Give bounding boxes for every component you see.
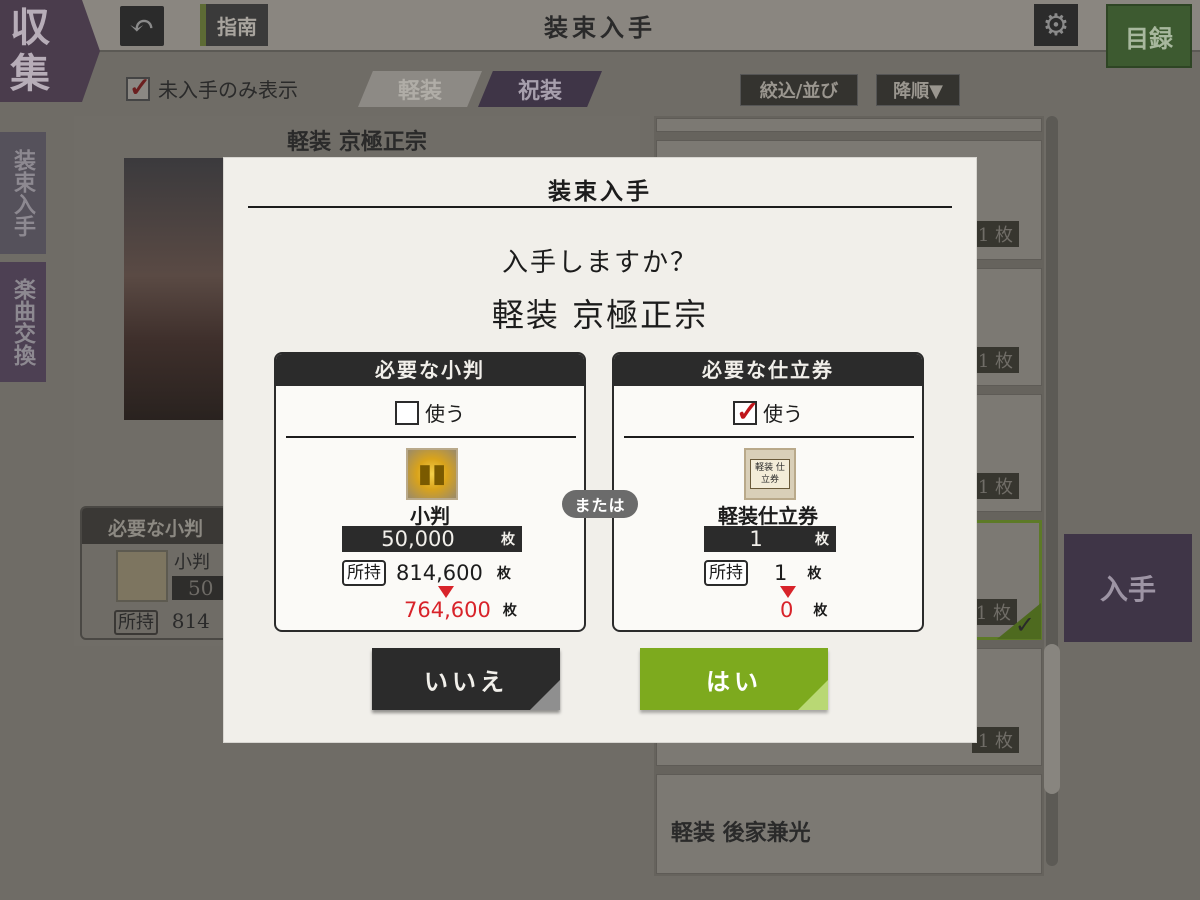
- tailoring-ticket-icon: 軽装 仕立券: [744, 448, 796, 500]
- side-tab-costume-obtain-label: 装束入手: [10, 149, 36, 237]
- owned-value: 814: [171, 609, 210, 633]
- settings-button[interactable]: ⚙: [1034, 4, 1078, 46]
- list-item-title: 軽装 後家兼光: [671, 820, 811, 846]
- koban-icon: [116, 550, 168, 602]
- obtain-button[interactable]: 入手: [1064, 534, 1192, 642]
- koban-use-label: 使う: [425, 402, 465, 426]
- required-koban-card: 必要な小判 小判 50 所持 814: [80, 506, 230, 640]
- koban-required-value: 50,000: [381, 527, 455, 551]
- ticket-cost-header: 必要な仕立券: [614, 354, 922, 386]
- side-tab-music-exchange-label: 楽曲交換: [10, 278, 36, 366]
- collection-label-2: 集: [10, 50, 50, 97]
- yes-button[interactable]: はい: [640, 648, 828, 710]
- or-separator: または: [562, 490, 638, 518]
- ticket-after-value: 0: [780, 598, 794, 622]
- yes-button-label: はい: [706, 666, 762, 696]
- required-koban-card-owned: 所持 814: [114, 608, 210, 635]
- koban-cost-box: 必要な小判 使う ▮▮ 小判 50,000 枚 所持 814,600 枚 764…: [274, 352, 586, 632]
- koban-cost-header: 必要な小判: [276, 354, 584, 386]
- ticket-cost-box: 必要な仕立券 使う 軽装 仕立券 軽装仕立券 1 枚 所持 1 枚 0 枚: [612, 352, 924, 632]
- filter-sort-button[interactable]: 絞込/並び: [740, 74, 858, 106]
- ticket-after-row: 0 枚: [780, 598, 827, 622]
- dialog-question: 入手しますか？: [501, 248, 698, 278]
- dialog-item-name: 軽装 京極正宗: [491, 296, 709, 334]
- koban-owned-tag: 所持: [342, 560, 386, 586]
- no-button[interactable]: いいえ: [372, 648, 560, 710]
- list-item-count: 1 枚: [971, 221, 1019, 247]
- ticket-owned-unit: 枚: [807, 566, 822, 582]
- screen-title: 装束入手: [544, 13, 656, 42]
- undo-arrow-icon: ↶: [129, 8, 155, 44]
- koban-owned-value: 814,600: [396, 561, 483, 585]
- owned-tag: 所持: [114, 610, 158, 635]
- koban-after-row: 764,600 枚: [404, 598, 517, 622]
- koban-required-bar: 50,000 枚: [342, 526, 522, 552]
- divider: [624, 436, 914, 438]
- ticket-required-unit: 枚: [815, 532, 829, 548]
- collection-badge: 収 集: [0, 0, 100, 102]
- list-item-count: 1 枚: [971, 727, 1019, 753]
- obtain-costume-dialog: 装束入手 入手しますか？ 軽装 京極正宗 必要な小判 使う ▮▮ 小判 50,0…: [224, 158, 976, 742]
- ticket-after-unit: 枚: [813, 603, 828, 619]
- list-item[interactable]: [656, 118, 1042, 132]
- koban-owned-row: 所持 814,600 枚: [342, 560, 511, 586]
- costume-preview-image: [124, 158, 228, 420]
- list-item[interactable]: 軽装 後家兼光: [656, 774, 1042, 874]
- tab-light-costume[interactable]: 軽装: [358, 71, 482, 107]
- unowned-only-label: 未入手のみ表示: [158, 78, 298, 102]
- ticket-use-toggle[interactable]: 使う: [614, 395, 922, 428]
- required-koban-card-item: 小判: [174, 552, 210, 573]
- koban-required-unit: 枚: [501, 532, 515, 548]
- ticket-use-checkbox[interactable]: [733, 395, 759, 428]
- ticket-required-bar: 1 枚: [704, 526, 836, 552]
- ticket-required-value: 1: [749, 527, 763, 551]
- koban-use-toggle[interactable]: 使う: [276, 398, 584, 427]
- back-button[interactable]: ↶: [120, 6, 164, 46]
- ticket-icon-text: 軽装 仕立券: [750, 459, 790, 489]
- list-item-count: 1 枚: [971, 473, 1019, 499]
- no-button-label: いいえ: [424, 666, 508, 696]
- ticket-use-label: 使う: [763, 402, 803, 426]
- ticket-owned-value: 1: [774, 561, 788, 585]
- koban-owned-unit: 枚: [496, 566, 511, 582]
- tab-celebration-costume[interactable]: 祝装: [478, 71, 602, 107]
- koban-item-label: 小判: [410, 504, 450, 528]
- preview-title: 軽装 京極正宗: [287, 129, 427, 155]
- guide-button[interactable]: 指南: [200, 4, 268, 46]
- list-item-count: 1 枚: [969, 599, 1017, 625]
- required-koban-card-qty: 50: [172, 576, 228, 600]
- required-koban-card-header: 必要な小判: [82, 508, 228, 544]
- koban-after-value: 764,600: [404, 598, 491, 622]
- gear-icon: ⚙: [1042, 7, 1070, 43]
- divider: [286, 436, 576, 438]
- koban-decrease-arrow-icon: [438, 586, 454, 598]
- catalog-button[interactable]: 目録: [1106, 4, 1192, 68]
- side-tab-music-exchange[interactable]: 楽曲交換: [0, 262, 46, 382]
- list-item-count: 1 枚: [971, 347, 1019, 373]
- button-corner-decoration: [798, 680, 828, 710]
- list-scroll-thumb[interactable]: [1044, 644, 1060, 794]
- button-corner-decoration: [530, 680, 560, 710]
- dialog-title-divider: [248, 206, 952, 208]
- koban-use-checkbox[interactable]: [395, 400, 419, 425]
- dialog-title: 装束入手: [548, 178, 652, 205]
- ticket-owned-tag: 所持: [704, 560, 748, 586]
- ticket-item-label: 軽装仕立券: [718, 504, 818, 528]
- unowned-only-filter[interactable]: 未入手のみ表示: [126, 73, 298, 103]
- side-tab-costume-obtain[interactable]: 装束入手: [0, 132, 46, 254]
- ticket-decrease-arrow-icon: [780, 586, 796, 598]
- koban-gold-coins-icon: ▮▮: [406, 448, 458, 500]
- sort-order-button[interactable]: 降順▼: [876, 74, 960, 106]
- unowned-only-checkbox[interactable]: [126, 73, 151, 103]
- ticket-owned-row: 所持 1 枚: [704, 560, 821, 586]
- koban-after-unit: 枚: [502, 603, 517, 619]
